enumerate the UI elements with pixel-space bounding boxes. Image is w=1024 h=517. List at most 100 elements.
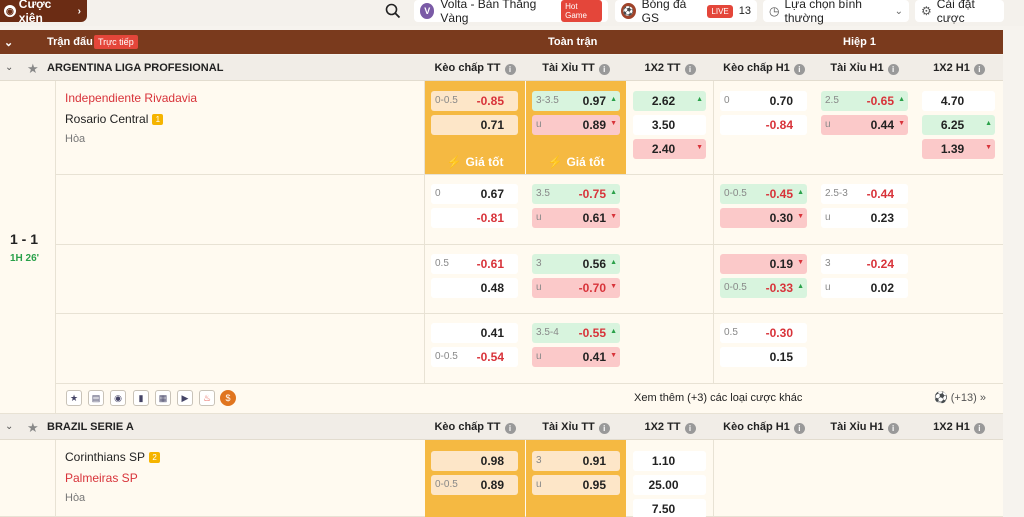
- info-icon[interactable]: i: [504, 64, 516, 75]
- odds-cell[interactable]: 0.98: [431, 451, 518, 471]
- odds-cell[interactable]: 3-3.5 0.97 ▲: [532, 91, 620, 111]
- odds-cell[interactable]: 0-0.5 -0.33 ▲: [720, 278, 807, 298]
- more-markets-count[interactable]: ⚽ (+13) »: [934, 391, 986, 404]
- odds-cell[interactable]: u 0.89 ▼: [532, 115, 620, 135]
- odds-header: ⌄ Trận đấu Trực tiếp Toàn trận Hiệp 1: [0, 30, 1003, 54]
- virtual-football-button[interactable]: ⚽ Bóng đá GS LIVE 13: [615, 0, 757, 25]
- info-icon[interactable]: i: [598, 64, 610, 75]
- odds-cell[interactable]: 0.71: [431, 115, 518, 135]
- virtual-football-icon: ⚽: [621, 3, 636, 19]
- odds-cell[interactable]: -0.84: [720, 115, 807, 135]
- info-icon[interactable]: i: [598, 423, 610, 434]
- info-icon[interactable]: i: [973, 423, 985, 434]
- rank-badge: 2: [149, 452, 161, 463]
- odds-cell[interactable]: 0.5 -0.30: [720, 323, 807, 343]
- away-team: Palmeiras SP: [65, 471, 138, 485]
- best-price-label: ⚡ Giá tốt: [547, 155, 605, 169]
- sort-dropdown[interactable]: ◷ Lựa chọn bình thường ⌄: [763, 0, 909, 25]
- live-badge: LIVE: [707, 4, 733, 18]
- hot-fire-icon[interactable]: ♨: [199, 390, 215, 406]
- odds-cell[interactable]: 0.48: [431, 278, 518, 298]
- odds-cell[interactable]: 0-0.5 -0.45 ▲: [720, 184, 807, 204]
- odds-cell[interactable]: 0-0.5 -0.54: [431, 347, 518, 367]
- odds-cell[interactable]: 0.30 ▼: [720, 208, 807, 228]
- bar-chart-icon[interactable]: ▮: [133, 390, 149, 406]
- odds-cell[interactable]: 2.62 ▲: [633, 91, 706, 111]
- odds-cell[interactable]: u 0.23: [821, 208, 908, 228]
- volta-label: Volta - Bàn Thắng Vàng: [440, 0, 537, 25]
- lightning-icon: ⚡: [547, 155, 563, 169]
- coin-icon[interactable]: $: [220, 390, 236, 406]
- rank-badge: 1: [152, 114, 164, 125]
- search-icon[interactable]: [384, 2, 402, 20]
- odds-cell[interactable]: 25.00: [633, 475, 706, 495]
- odds-cell[interactable]: 2.40 ▼: [633, 139, 706, 159]
- favorite-star-icon[interactable]: ★: [27, 420, 39, 436]
- odds-cell[interactable]: u 0.02: [821, 278, 908, 298]
- odds-cell[interactable]: 1.39 ▼: [922, 139, 995, 159]
- col-handicap-h1: Kèo chấp H1: [723, 421, 790, 433]
- info-icon[interactable]: i: [793, 64, 805, 75]
- odds-cell[interactable]: 0.5 -0.61: [431, 254, 518, 274]
- odds-cell[interactable]: 3 -0.24: [821, 254, 908, 274]
- odds-cell[interactable]: 0-0.5 0.89: [431, 475, 518, 495]
- first-half-title: Hiệp 1: [843, 36, 877, 48]
- league-header-brazil[interactable]: ⌄ ★ BRAZIL SERIE A Kèo chấp TT i Tài Xỉu …: [0, 414, 1003, 440]
- odds-cell[interactable]: 0.41: [431, 323, 518, 343]
- odds-cell[interactable]: 3 0.91: [532, 451, 620, 471]
- live-filter-tag[interactable]: Trực tiếp: [94, 35, 138, 49]
- collapse-all-icon[interactable]: ⌄: [4, 36, 13, 49]
- lightning-icon: ⚡: [446, 155, 462, 169]
- bet-settings-button[interactable]: ⚙ Cài đặt cược: [915, 0, 1004, 25]
- col-overunder-ft: Tài Xỉu TT: [542, 62, 595, 74]
- odds-cell[interactable]: 0 0.67: [431, 184, 518, 204]
- info-icon[interactable]: i: [887, 64, 899, 75]
- odds-cell[interactable]: 3.50: [633, 115, 706, 135]
- odds-cell[interactable]: 6.25 ▲: [922, 115, 995, 135]
- info-icon[interactable]: i: [887, 423, 899, 434]
- parlay-button[interactable]: ◉ Cược xiên ›: [0, 0, 87, 25]
- odds-cell[interactable]: 4.70: [922, 91, 995, 111]
- more-markets-link[interactable]: Xem thêm (+3) các loại cược khác: [634, 392, 802, 404]
- eye-icon[interactable]: ◉: [110, 390, 126, 406]
- match-time: 1H 26': [10, 253, 40, 264]
- info-icon[interactable]: i: [793, 423, 805, 434]
- odds-cell[interactable]: u 0.44 ▼: [821, 115, 908, 135]
- odds-cell[interactable]: -0.81: [431, 208, 518, 228]
- odds-cell[interactable]: 2.5 -0.65 ▲: [821, 91, 908, 111]
- favorite-star-icon[interactable]: ★: [66, 390, 82, 406]
- odds-cell[interactable]: 3.5 -0.75 ▲: [532, 184, 620, 204]
- odds-cell[interactable]: u -0.70 ▼: [532, 278, 620, 298]
- chevron-down-icon[interactable]: ⌄: [5, 62, 13, 73]
- info-icon[interactable]: i: [684, 64, 696, 75]
- favorite-star-icon[interactable]: ★: [27, 61, 39, 77]
- play-video-icon[interactable]: ▶: [177, 390, 193, 406]
- odds-cell[interactable]: 1.10: [633, 451, 706, 471]
- odds-cell[interactable]: u 0.41 ▼: [532, 347, 620, 367]
- odds-cell[interactable]: 0.19 ▼: [720, 254, 807, 274]
- info-icon[interactable]: i: [684, 423, 696, 434]
- odds-cell[interactable]: 3 0.56 ▲: [532, 254, 620, 274]
- odds-cell[interactable]: 0 0.70: [720, 91, 807, 111]
- info-icon[interactable]: i: [504, 423, 516, 434]
- info-icon[interactable]: i: [973, 64, 985, 75]
- double-chevron-right-icon: »: [979, 392, 986, 404]
- col-overunder-ft: Tài Xỉu TT: [542, 421, 595, 433]
- volta-golden-goal-button[interactable]: V Volta - Bàn Thắng Vàng Hot Game: [414, 0, 608, 25]
- stats-db-icon[interactable]: ▤: [88, 390, 104, 406]
- odds-cell[interactable]: 3.5-4 -0.55 ▲: [532, 323, 620, 343]
- home-team: Corinthians SP: [65, 450, 146, 464]
- league-name: ARGENTINA LIGA PROFESIONAL: [47, 62, 224, 74]
- odds-cell[interactable]: 0-0.5 -0.85: [431, 91, 518, 111]
- odds-cell[interactable]: u 0.95: [532, 475, 620, 495]
- gear-icon: ⚙: [921, 4, 932, 18]
- odds-cell[interactable]: 0.15: [720, 347, 807, 367]
- odds-cell[interactable]: 2.5-3 -0.44: [821, 184, 908, 204]
- odds-cell[interactable]: u 0.61 ▼: [532, 208, 620, 228]
- clock-icon: ◷: [769, 4, 780, 18]
- scoreboard-icon[interactable]: ▦: [155, 390, 171, 406]
- league-header-argentina[interactable]: ⌄ ★ ARGENTINA LIGA PROFESIONAL Kèo chấp …: [0, 55, 1003, 81]
- odds-cell[interactable]: 7.50: [633, 499, 706, 517]
- col-1x2-ft: 1X2 TT: [644, 421, 681, 433]
- chevron-down-icon[interactable]: ⌄: [5, 421, 13, 432]
